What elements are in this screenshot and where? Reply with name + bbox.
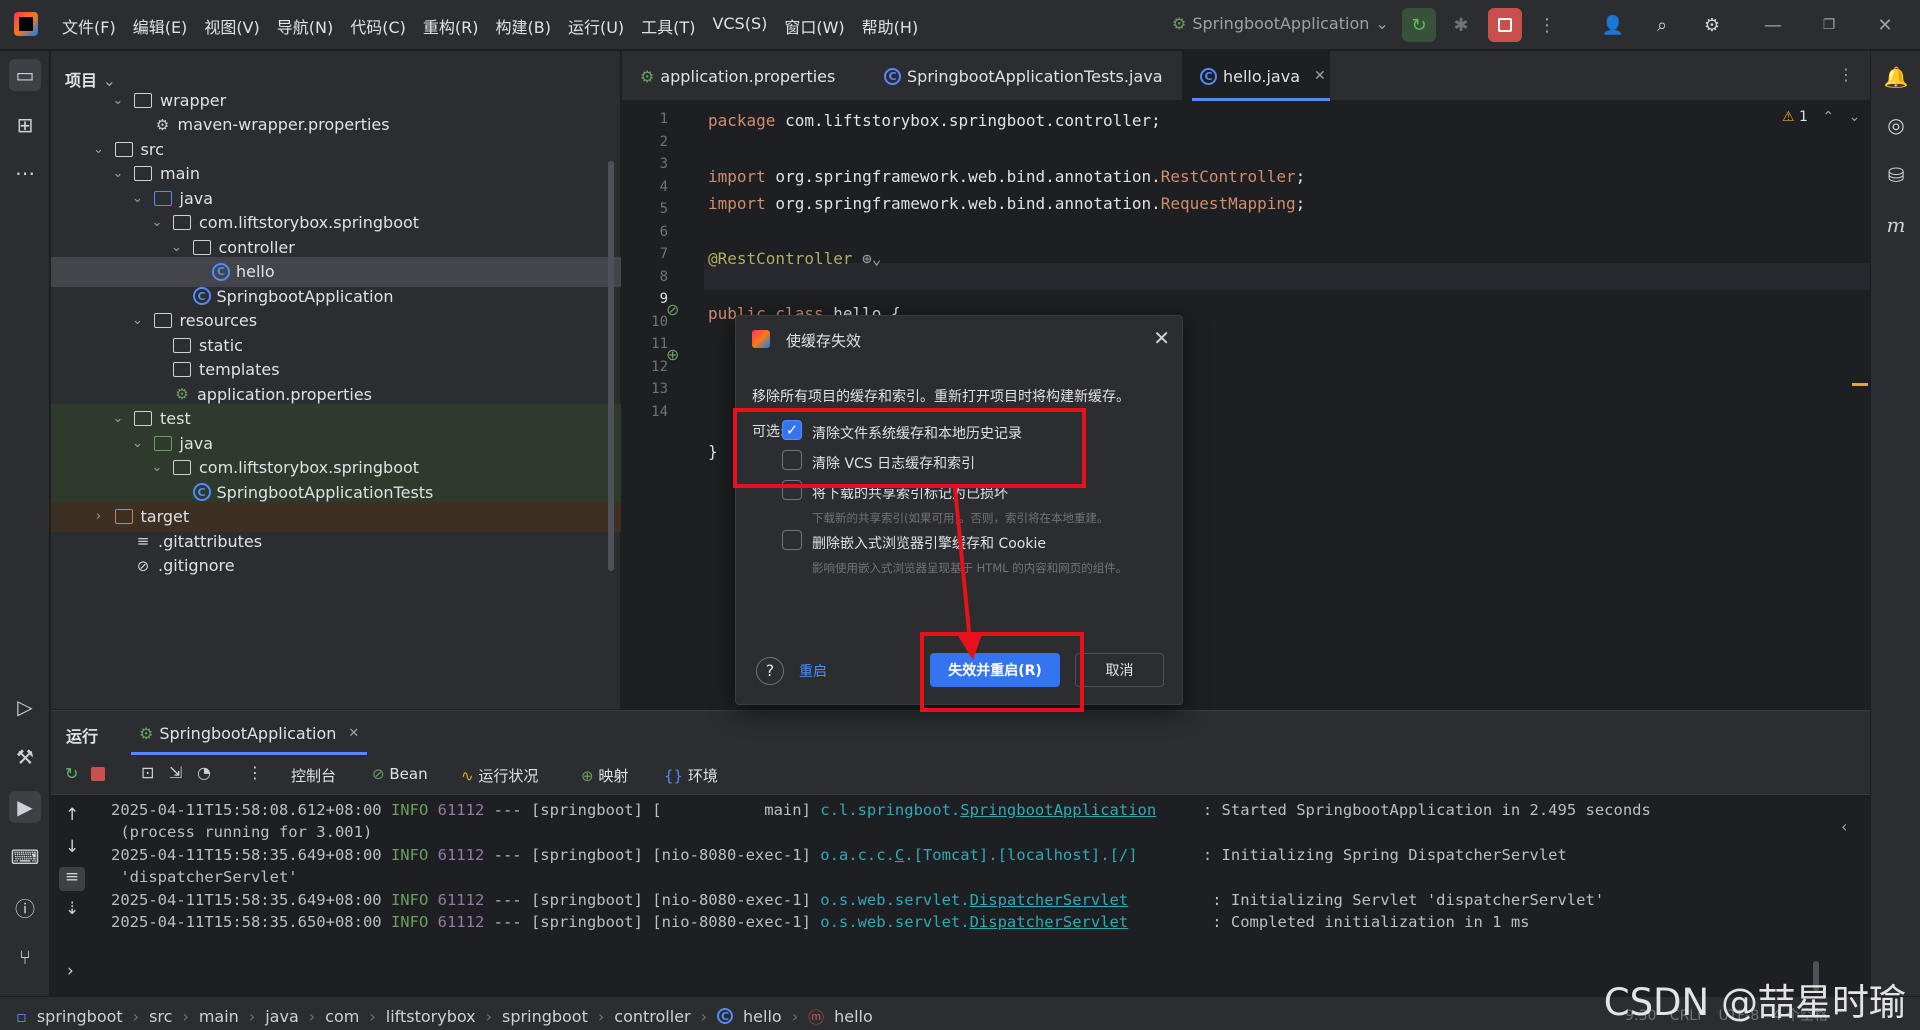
annotation-arrow: [953, 487, 982, 660]
csdn-watermark: CSDN @喆星时瑜: [1603, 981, 1906, 1024]
